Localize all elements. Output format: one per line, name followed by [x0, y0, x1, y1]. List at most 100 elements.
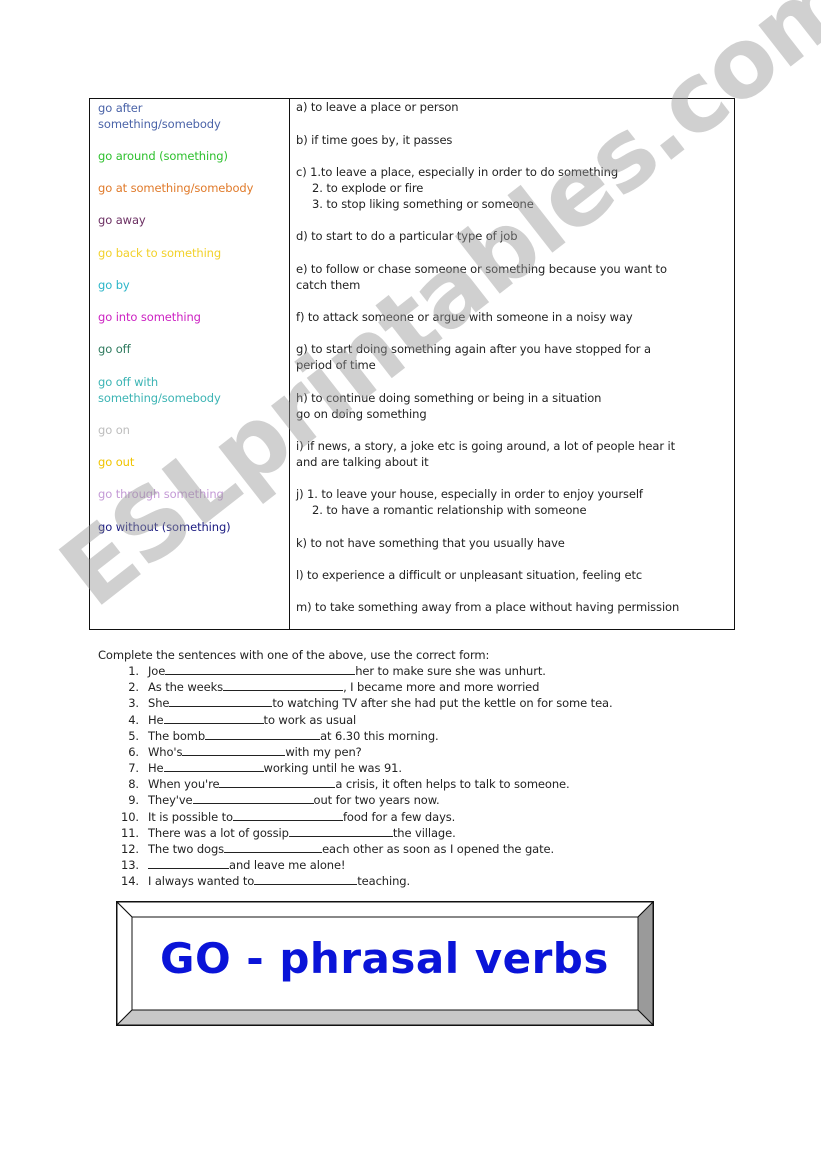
item-text-before: The bomb	[148, 728, 206, 743]
phrasal-verbs-column: go after something/somebody go around (s…	[90, 99, 290, 629]
item-text-before: There was a lot of gossip	[148, 825, 289, 840]
verb-text: something/somebody	[98, 117, 221, 131]
definition-item: i) if news, a story, a joke etc is going…	[296, 438, 728, 470]
verb-item: go without (something)	[98, 520, 231, 534]
exercise-list: 1. Joe her to make sure she was unhurt. 2…	[98, 663, 738, 889]
vocabulary-table: go after something/somebody go around (s…	[89, 98, 735, 630]
item-text-after: the village.	[392, 825, 456, 840]
exercise-item: 14. I always wanted to teaching.	[98, 873, 738, 889]
exercise-item: 3. She to watching TV after she had put t…	[98, 695, 738, 711]
item-text-after: each other as soon as I opened the gate.	[322, 841, 555, 856]
exercise-item: 2. As the weeks , I became more and more w…	[98, 679, 738, 695]
exercise-item: 9. They've out for two years now.	[98, 792, 738, 808]
verb-item: go on	[98, 423, 130, 437]
item-text-after: teaching.	[357, 874, 411, 889]
worksheet-title: GO - phrasal verbs	[160, 934, 609, 983]
verb-text: go after	[98, 101, 143, 115]
definition-item: j) 1. to leave your house, especially in…	[296, 486, 728, 518]
definition-line: catch them	[296, 278, 361, 292]
definition-line: and are talking about it	[296, 455, 429, 469]
exercise-item: 10. It is possible to food for a few days…	[98, 809, 738, 825]
answer-blank[interactable]	[169, 695, 273, 708]
verb-item: go away	[98, 213, 146, 227]
verb-item: go off	[98, 342, 131, 356]
definition-line: go on doing something	[296, 407, 427, 421]
verb-item: go back to something	[98, 246, 222, 260]
exercise-item: 11. There was a lot of gossip the village…	[98, 825, 738, 841]
definition-item: h) to continue doing something or being …	[296, 390, 728, 422]
definition-line: i) if news, a story, a joke etc is going…	[296, 439, 676, 453]
definition-item: d) to start to do a particular type of j…	[296, 229, 518, 243]
definition-item: c) 1.to leave a place, especially in ord…	[296, 164, 728, 212]
exercise-item: 8. When you're a crisis, it often helps t…	[98, 776, 738, 792]
definition-item: l) to experience a difficult or unpleasa…	[296, 568, 643, 582]
item-text-before: Joe	[148, 664, 166, 679]
item-text-before: She	[148, 696, 170, 711]
definition-item: m) to take something away from a place w…	[296, 600, 680, 614]
bevel-bottom	[117, 1009, 653, 1025]
bevel-right	[637, 902, 653, 1025]
item-number: 8.	[128, 777, 139, 792]
definition-line: g) to start doing something again after …	[296, 342, 651, 356]
definition-item: e) to follow or chase someone or somethi…	[296, 261, 728, 293]
answer-blank[interactable]	[205, 728, 321, 740]
exercise-item: 13. and leave me alone!	[98, 857, 738, 873]
verb-item: go around (something)	[98, 149, 228, 163]
bevel-left	[117, 902, 133, 1025]
title-banner: GO - phrasal verbs	[116, 901, 654, 1026]
item-number: 10.	[121, 809, 139, 824]
answer-blank[interactable]	[232, 809, 343, 821]
definition-subline: 2. to explode or fire	[312, 181, 424, 195]
exercise-section: Complete the sentences with one of the a…	[98, 647, 738, 889]
answer-blank[interactable]	[288, 825, 393, 837]
item-number: 13.	[121, 858, 139, 873]
answer-blank[interactable]	[148, 857, 229, 870]
definition-line: j) 1. to leave your house, especially in…	[296, 487, 643, 501]
answer-blank[interactable]	[254, 873, 358, 886]
verb-item: go out	[98, 455, 135, 469]
item-text-after: to work as usual	[263, 712, 357, 727]
item-number: 11.	[121, 825, 139, 840]
item-text-after: out for two years now.	[313, 793, 440, 808]
answer-blank[interactable]	[219, 776, 336, 789]
definition-item: b) if time goes by, it passes	[296, 133, 453, 147]
item-text-before: He	[148, 761, 164, 776]
exercise-item: 1. Joe her to make sure she was unhurt.	[98, 663, 738, 679]
worksheet-page: go after something/somebody go around (s…	[0, 0, 821, 1169]
item-text-before: As the weeks	[148, 680, 224, 695]
item-number: 6.	[128, 744, 139, 759]
answer-blank[interactable]	[165, 663, 356, 676]
item-text-before: I always wanted to	[148, 874, 255, 889]
item-number: 4.	[128, 712, 139, 727]
definition-item: g) to start doing something again after …	[296, 341, 728, 373]
definition-subline: 2. to have a romantic relationship with …	[312, 503, 587, 517]
answer-blank[interactable]	[224, 841, 323, 853]
item-number: 14.	[121, 874, 139, 889]
answer-blank[interactable]	[163, 760, 264, 773]
answer-blank[interactable]	[223, 679, 344, 692]
item-number: 2.	[128, 680, 139, 695]
item-text-before: When you're	[148, 777, 220, 792]
item-text-before: It is possible to	[148, 809, 233, 824]
answer-blank[interactable]	[182, 744, 286, 756]
item-text-after: a crisis, it often helps to talk to some…	[335, 777, 570, 792]
exercise-item: 7. He working until he was 91.	[98, 760, 738, 776]
item-number: 3.	[128, 696, 139, 711]
exercise-item: 12. The two dogs each other as soon as I …	[98, 841, 738, 857]
item-text-after: and leave me alone!	[229, 858, 346, 873]
answer-blank[interactable]	[192, 792, 314, 805]
item-text-before: The two dogs	[148, 841, 225, 856]
definition-line: h) to continue doing something or being …	[296, 391, 602, 405]
definition-item: k) to not have something that you usuall…	[296, 536, 565, 550]
verb-text: go off with	[98, 375, 159, 389]
definition-item: a) to leave a place or person	[296, 100, 459, 114]
item-text-after: with my pen?	[285, 744, 362, 759]
item-text-after: at 6.30 this morning.	[320, 728, 439, 743]
verb-item: go through something	[98, 487, 224, 501]
item-text-after: working until he was 91.	[263, 761, 403, 776]
answer-blank[interactable]	[163, 712, 264, 724]
exercise-item: 6. Who's with my pen?	[98, 744, 738, 760]
verb-item: go at something/somebody	[98, 181, 254, 195]
item-number: 7.	[128, 761, 139, 776]
item-text-before: They've	[148, 793, 193, 808]
